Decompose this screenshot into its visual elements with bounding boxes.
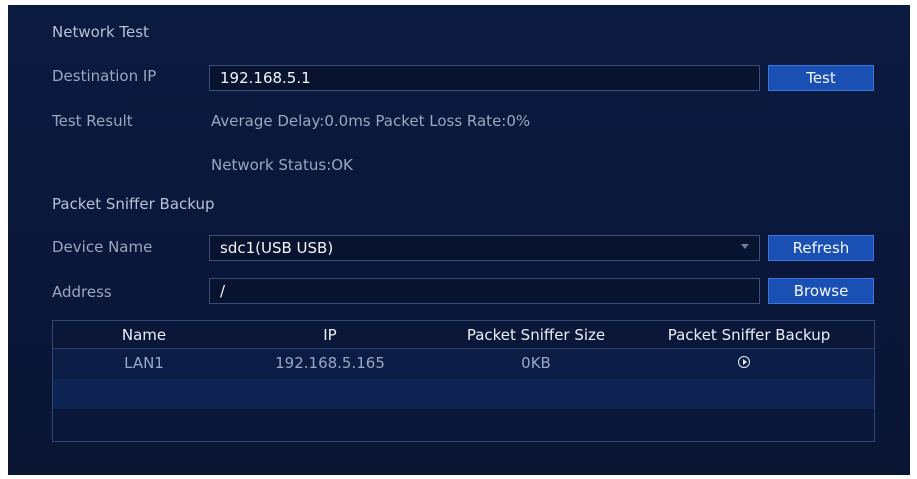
- table-row[interactable]: LAN1 192.168.5.165 0KB: [53, 348, 874, 380]
- column-header-size: Packet Sniffer Size: [466, 326, 606, 344]
- column-header-backup: Packet Sniffer Backup: [667, 326, 831, 344]
- row-ip: 192.168.5.165: [275, 354, 385, 372]
- destination-ip-input[interactable]: 192.168.5.1: [209, 65, 760, 91]
- device-name-label: Device Name: [52, 238, 153, 256]
- column-header-ip: IP: [323, 326, 337, 344]
- chevron-down-icon[interactable]: [741, 244, 749, 249]
- test-result-label: Test Result: [52, 112, 133, 130]
- device-name-value: sdc1(USB USB): [220, 239, 334, 257]
- test-result-delay-loss: Average Delay:0.0ms Packet Loss Rate:0%: [211, 112, 531, 130]
- browse-button[interactable]: Browse: [768, 278, 874, 304]
- network-test-title: Network Test: [52, 23, 149, 41]
- row-size: 0KB: [521, 354, 551, 372]
- table-header: Name IP Packet Sniffer Size Packet Sniff…: [53, 321, 874, 348]
- test-button[interactable]: Test: [768, 65, 874, 91]
- address-label: Address: [52, 283, 112, 301]
- row-name: LAN1: [124, 354, 164, 372]
- packet-sniffer-title: Packet Sniffer Backup: [52, 195, 215, 213]
- column-header-name: Name: [121, 326, 167, 344]
- device-name-select[interactable]: sdc1(USB USB): [209, 235, 760, 261]
- address-input[interactable]: /: [209, 278, 760, 304]
- destination-ip-label: Destination IP: [52, 67, 157, 85]
- test-result-network-status: Network Status:OK: [211, 156, 353, 174]
- network-test-panel: Network Test Destination IP 192.168.5.1 …: [8, 5, 910, 475]
- table-empty-row: [53, 379, 874, 409]
- sniffer-table: Name IP Packet Sniffer Size Packet Sniff…: [52, 320, 875, 442]
- refresh-button[interactable]: Refresh: [768, 235, 874, 261]
- play-circle-icon[interactable]: [738, 356, 750, 368]
